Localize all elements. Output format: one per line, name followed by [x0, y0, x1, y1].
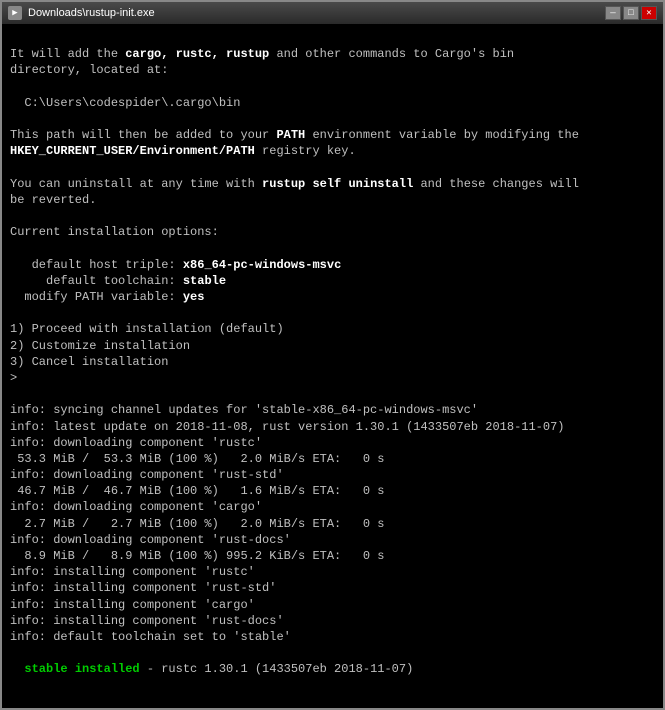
- maximize-button[interactable]: □: [623, 6, 639, 20]
- terminal-output: It will add the cargo, rustc, rustup and…: [2, 24, 663, 708]
- minimize-button[interactable]: —: [605, 6, 621, 20]
- window-title: Downloads\rustup-init.exe: [28, 7, 155, 19]
- titlebar-buttons: — □ ✕: [605, 6, 657, 20]
- window: ▶ Downloads\rustup-init.exe — □ ✕ It wil…: [0, 0, 665, 710]
- host-triple: x86_64-pc-windows-msvc: [183, 258, 341, 272]
- titlebar: ▶ Downloads\rustup-init.exe — □ ✕: [2, 2, 663, 24]
- uninstall-cmd: rustup self uninstall: [262, 177, 413, 191]
- path-keyword: PATH: [276, 128, 305, 142]
- app-icon: ▶: [8, 6, 22, 20]
- close-button[interactable]: ✕: [641, 6, 657, 20]
- modify-path: yes: [183, 290, 205, 304]
- info-sync: info: syncing channel updates for 'stabl…: [10, 403, 565, 644]
- stable-installed: stable installed: [24, 662, 139, 676]
- cargo-text: cargo, rustc, rustup: [125, 47, 269, 61]
- toolchain: stable: [183, 274, 226, 288]
- registry-key: HKEY_CURRENT_USER/Environment/PATH: [10, 144, 255, 158]
- titlebar-left: ▶ Downloads\rustup-init.exe: [8, 6, 155, 20]
